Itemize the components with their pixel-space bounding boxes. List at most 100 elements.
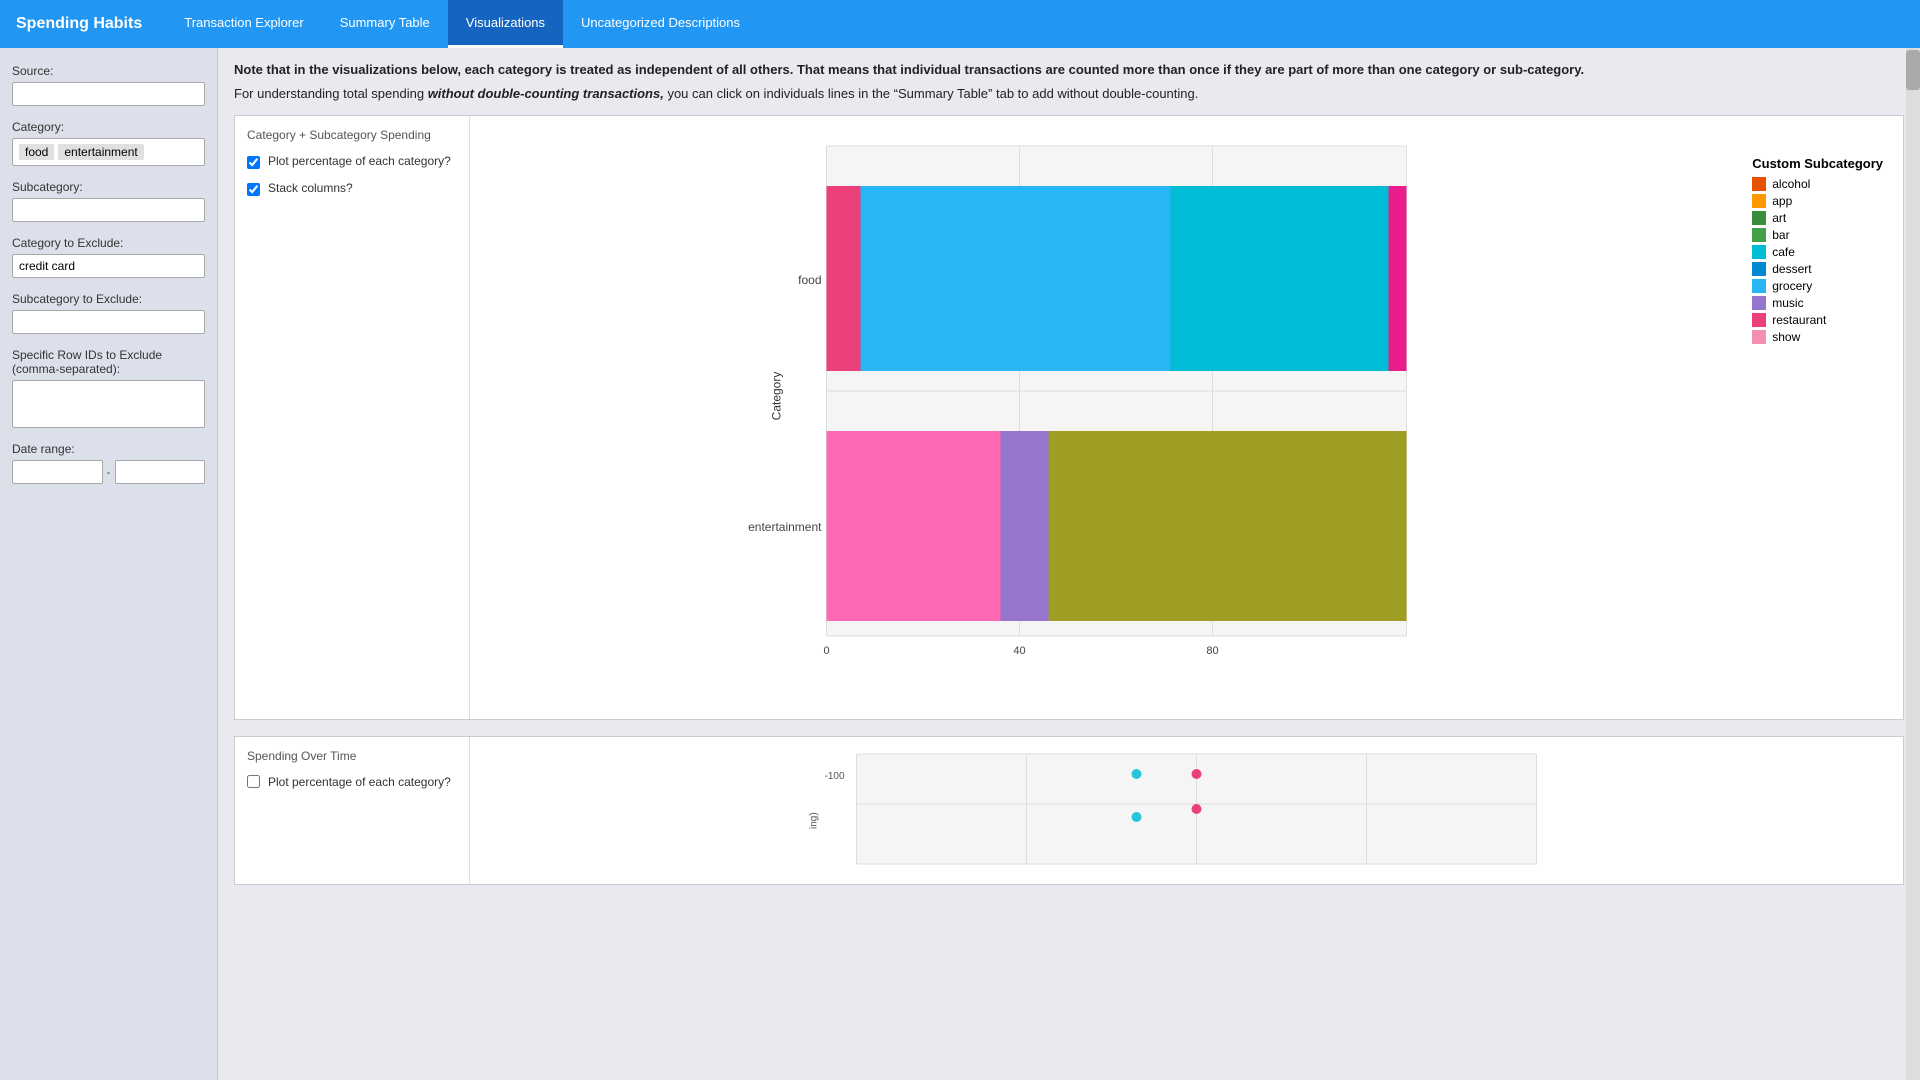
date-end-input[interactable]: 12-05-2018 [115,460,206,484]
chart1-option2-label: Stack columns? [268,181,353,195]
row-ids-label: Specific Row IDs to Exclude (comma-separ… [12,348,205,376]
legend-restaurant: restaurant [1752,313,1883,327]
notice-line2-prefix: For understanding total spending [234,86,428,101]
chart1-legend: Custom Subcategory alcohol app art [1752,156,1883,347]
time-y-axis-title: ing) [809,812,820,829]
category-tag-input[interactable]: food entertainment [12,138,205,166]
legend-swatch-cafe [1752,245,1766,259]
subcategory-exclude-group: Subcategory to Exclude: [12,292,205,334]
tab-uncategorized-descriptions[interactable]: Uncategorized Descriptions [563,0,758,48]
dot-1 [1132,769,1142,779]
chart2-option1-checkbox[interactable] [247,775,260,788]
dot-2 [1192,769,1202,779]
y-axis-title: Category [770,372,784,421]
x-tick-40: 40 [1013,645,1025,656]
bar-ent-restaurant [827,431,1001,621]
tab-summary-table[interactable]: Summary Table [322,0,448,48]
source-label: Source: [12,64,205,78]
legend-app: app [1752,194,1883,208]
bar-ent-music [1001,431,1049,621]
category-tag-food: food [19,144,54,160]
chart2-wrapper: -100 ing) [470,737,1903,884]
tab-visualizations[interactable]: Visualizations [448,0,563,48]
notice-line1-text: Note that in the visualizations below, e… [234,62,1584,77]
legend-label-app: app [1772,194,1792,208]
tab-transaction-explorer[interactable]: Transaction Explorer [166,0,321,48]
chart2-controls: Spending Over Time Plot percentage of ea… [235,737,470,884]
scroll-thumb[interactable] [1906,50,1920,90]
source-input[interactable] [12,82,205,106]
legend-label-cafe: cafe [1772,245,1795,259]
category-tag-entertainment: entertainment [58,144,143,160]
notice-line2-italic: without double-counting transactions, [428,86,664,101]
legend-label-bar: bar [1772,228,1789,242]
bar-food-cafe [1171,186,1389,371]
category-label: Category: [12,120,205,134]
legend-title: Custom Subcategory [1752,156,1883,171]
legend-swatch-grocery [1752,279,1766,293]
scrollbar[interactable] [1906,48,1920,1080]
chart1-option2: Stack columns? [247,181,457,196]
legend-swatch-alcohol [1752,177,1766,191]
legend-swatch-restaurant [1752,313,1766,327]
category-exclude-group: Category to Exclude: [12,236,205,278]
chart1-wrapper: food entertainment 0 40 80 Category Perc… [470,116,1903,719]
navbar: Spending Habits Transaction Explorer Sum… [0,0,1920,48]
main-layout: Source: Category: food entertainment Sub… [0,48,1920,1080]
subcategory-exclude-label: Subcategory to Exclude: [12,292,205,306]
legend-cafe: cafe [1752,245,1883,259]
legend-label-grocery: grocery [1772,279,1812,293]
date-range-inputs: 12-27-2017 - 12-05-2018 [12,460,205,484]
y-label-entertainment: entertainment [748,520,822,534]
x-tick-0: 0 [823,645,829,656]
legend-swatch-art [1752,211,1766,225]
notice-line2-suffix: you can click on individuals lines in th… [664,86,1199,101]
app-brand: Spending Habits [16,15,142,33]
legend-grocery: grocery [1752,279,1883,293]
chart1-option1-checkbox[interactable] [247,156,260,169]
chart1-option1: Plot percentage of each category? [247,154,457,169]
date-separator: - [107,465,111,479]
legend-swatch-dessert [1752,262,1766,276]
row-ids-input[interactable] [12,380,205,428]
date-range-group: Date range: 12-27-2017 - 12-05-2018 [12,442,205,484]
legend-music: music [1752,296,1883,310]
bar-food-other [1389,186,1407,371]
chart1-section: Category + Subcategory Spending Plot per… [234,115,1904,720]
legend-swatch-music [1752,296,1766,310]
legend-label-restaurant: restaurant [1772,313,1826,327]
legend-swatch-show [1752,330,1766,344]
sidebar: Source: Category: food entertainment Sub… [0,48,218,1080]
legend-swatch-app [1752,194,1766,208]
time-y-label: -100 [825,771,845,782]
bar-ent-art [1049,431,1407,621]
subcategory-group: Subcategory: [12,180,205,222]
chart1-controls: Category + Subcategory Spending Plot per… [235,116,470,719]
bar-food-grocery [861,186,1171,371]
content-area: Note that in the visualizations below, e… [218,48,1920,1080]
legend-show: show [1752,330,1883,344]
chart1-option1-label: Plot percentage of each category? [268,154,451,168]
legend-swatch-bar [1752,228,1766,242]
date-range-label: Date range: [12,442,205,456]
legend-label-dessert: dessert [1772,262,1811,276]
bar-food-restaurant [827,186,861,371]
chart2-section: Spending Over Time Plot percentage of ea… [234,736,1904,885]
chart2-option1-label: Plot percentage of each category? [268,775,451,789]
row-ids-group: Specific Row IDs to Exclude (comma-separ… [12,348,205,428]
subcategory-input[interactable] [12,198,205,222]
dot-4 [1192,804,1202,814]
dot-3 [1132,812,1142,822]
chart2-svg: -100 ing) [482,749,1891,869]
category-exclude-input[interactable] [12,254,205,278]
legend-alcohol: alcohol [1752,177,1883,191]
source-group: Source: [12,64,205,106]
date-start-input[interactable]: 12-27-2017 [12,460,103,484]
subcategory-label: Subcategory: [12,180,205,194]
subcategory-exclude-input[interactable] [12,310,205,334]
notice-line1: Note that in the visualizations below, e… [234,60,1904,80]
nav-tabs: Transaction Explorer Summary Table Visua… [166,0,758,48]
legend-bar: bar [1752,228,1883,242]
x-tick-80: 80 [1206,645,1218,656]
chart1-option2-checkbox[interactable] [247,183,260,196]
